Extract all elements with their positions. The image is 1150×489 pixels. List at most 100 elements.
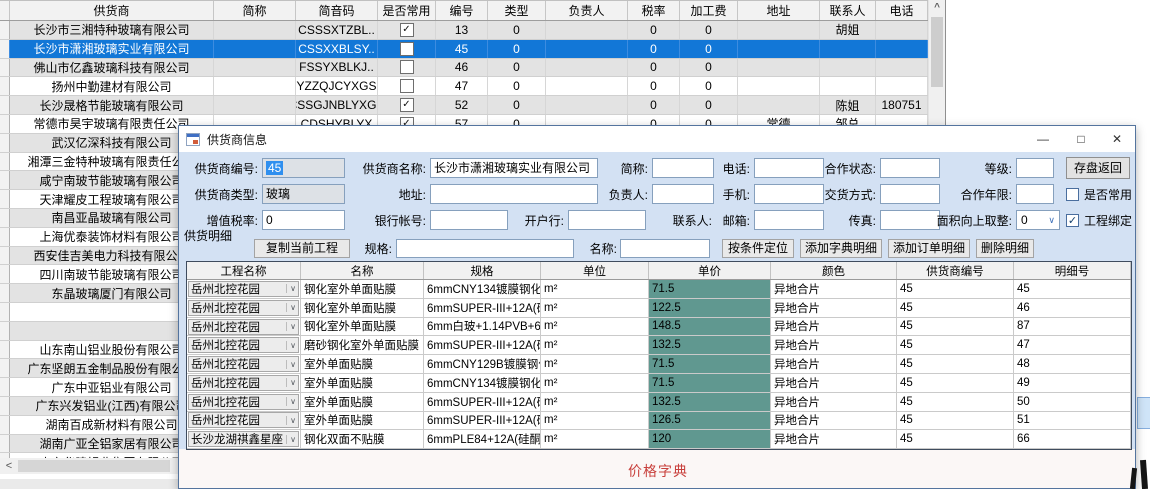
- close-button[interactable]: ✕: [1100, 126, 1134, 152]
- bank-field[interactable]: [568, 210, 646, 230]
- detail-cell-3[interactable]: m²: [541, 280, 649, 298]
- detail-cell-5[interactable]: 异地合片: [771, 430, 897, 448]
- column-header-2[interactable]: 简称: [214, 1, 296, 20]
- detail-cell-3[interactable]: m²: [541, 336, 649, 354]
- unit-price-cell[interactable]: 148.5: [649, 318, 771, 336]
- supplier-row[interactable]: 长沙市三湘特种玻璃有限公司CSSSXTZBL..✓13000胡姐: [0, 21, 945, 40]
- detail-cell-3[interactable]: m²: [541, 318, 649, 336]
- spec-filter-input[interactable]: [396, 239, 574, 258]
- detail-column-header-2[interactable]: 规格: [424, 262, 541, 279]
- address-field[interactable]: [430, 184, 598, 204]
- detail-cell-1[interactable]: 钢化室外单面贴膜: [301, 318, 424, 336]
- chevron-down-icon[interactable]: ∨: [286, 435, 296, 444]
- column-header-11[interactable]: 联系人: [820, 1, 876, 20]
- detail-cell-1[interactable]: 室外单面贴膜: [301, 355, 424, 373]
- detail-cell-6[interactable]: 45: [897, 430, 1014, 448]
- detail-cell-7[interactable]: 51: [1014, 412, 1131, 430]
- detail-cell-3[interactable]: m²: [541, 430, 649, 448]
- detail-cell-1[interactable]: 钢化室外单面贴膜: [301, 299, 424, 317]
- unit-price-cell[interactable]: 120: [649, 430, 771, 448]
- project-name-combobox[interactable]: 岳州北控花园∨: [188, 356, 299, 372]
- project-name-combobox[interactable]: 长沙龙湖祺鑫星座∨: [188, 431, 299, 447]
- checkbox-checked-icon[interactable]: ✓: [1066, 214, 1079, 227]
- vat-rate-field[interactable]: 0: [262, 210, 345, 230]
- unit-price-cell[interactable]: 132.5: [649, 336, 771, 354]
- detail-cell-1[interactable]: 室外单面贴膜: [301, 393, 424, 411]
- detail-cell-3[interactable]: m²: [541, 374, 649, 392]
- detail-cell-3[interactable]: m²: [541, 355, 649, 373]
- supplier-row[interactable]: 扬州中勤建材有限公司YZZQJCYXGS47000: [0, 77, 945, 96]
- chevron-down-icon[interactable]: ∨: [286, 378, 296, 387]
- minimize-button[interactable]: —: [1026, 126, 1060, 152]
- save-return-button[interactable]: 存盘返回: [1066, 157, 1130, 179]
- detail-cell-2[interactable]: 6mmPLE84+12A(硅酮胶...: [424, 430, 541, 448]
- column-header-6[interactable]: 类型: [488, 1, 546, 20]
- detail-cell-1[interactable]: 钢化室外单面贴膜: [301, 280, 424, 298]
- area-round-up-combobox[interactable]: 0 ∨: [1016, 210, 1060, 230]
- detail-cell-6[interactable]: 45: [897, 280, 1014, 298]
- detail-cell-2[interactable]: 6mmSUPER-III+12A(硅...: [424, 412, 541, 430]
- unit-price-cell[interactable]: 71.5: [649, 374, 771, 392]
- detail-row[interactable]: 岳州北控花园∨室外单面贴膜6mmCNY134镀膜钢化m²71.5异地合片4549: [187, 374, 1131, 393]
- detail-cell-7[interactable]: 87: [1014, 318, 1131, 336]
- project-name-combobox[interactable]: 岳州北控花园∨: [188, 394, 299, 410]
- detail-cell-7[interactable]: 45: [1014, 280, 1131, 298]
- detail-cell-2[interactable]: 6mmSUPER-III+12A(硅...: [424, 299, 541, 317]
- common-checkbox[interactable]: [400, 42, 414, 56]
- detail-cell-0[interactable]: 岳州北控花园∨: [187, 374, 301, 392]
- detail-row[interactable]: 长沙龙湖祺鑫星座∨钢化双面不贴膜6mmPLE84+12A(硅酮胶...m²120…: [187, 430, 1131, 449]
- detail-cell-0[interactable]: 长沙龙湖祺鑫星座∨: [187, 430, 301, 448]
- copy-current-project-button[interactable]: 复制当前工程: [254, 239, 350, 258]
- detail-cell-2[interactable]: 6mmCNY134镀膜钢化: [424, 280, 541, 298]
- grade-field[interactable]: [1016, 158, 1054, 178]
- chevron-down-icon[interactable]: ∨: [286, 284, 296, 293]
- vscroll-thumb[interactable]: [931, 17, 943, 87]
- detail-cell-7[interactable]: 47: [1014, 336, 1131, 354]
- detail-cell-5[interactable]: 异地合片: [771, 393, 897, 411]
- column-header-4[interactable]: 是否常用: [378, 1, 436, 20]
- project-name-combobox[interactable]: 岳州北控花园∨: [188, 412, 299, 428]
- column-header-8[interactable]: 税率: [628, 1, 680, 20]
- column-header-1[interactable]: 供货商: [10, 1, 214, 20]
- detail-cell-0[interactable]: 岳州北控花园∨: [187, 355, 301, 373]
- detail-cell-0[interactable]: 岳州北控花园∨: [187, 318, 301, 336]
- common-checkbox[interactable]: ✓: [400, 98, 414, 112]
- detail-cell-6[interactable]: 45: [897, 374, 1014, 392]
- detail-column-header-0[interactable]: 工程名称: [187, 262, 301, 279]
- detail-cell-7[interactable]: 50: [1014, 393, 1131, 411]
- detail-cell-0[interactable]: 岳州北控花园∨: [187, 412, 301, 430]
- project-binding-checkbox[interactable]: ✓ 工程绑定: [1066, 210, 1132, 230]
- detail-cell-1[interactable]: 钢化双面不贴膜: [301, 430, 424, 448]
- detail-cell-1[interactable]: 室外单面贴膜: [301, 412, 424, 430]
- detail-cell-7[interactable]: 46: [1014, 299, 1131, 317]
- detail-cell-2[interactable]: 6mm白玻+1.14PVB+6mm...: [424, 318, 541, 336]
- detail-cell-2[interactable]: 6mmSUPER-III+12A(硅...: [424, 336, 541, 354]
- detail-row[interactable]: 岳州北控花园∨钢化室外单面贴膜6mmSUPER-III+12A(硅...m²12…: [187, 299, 1131, 318]
- detail-cell-1[interactable]: 室外单面贴膜: [301, 374, 424, 392]
- detail-cell-1[interactable]: 磨砂钢化室外单面贴膜: [301, 336, 424, 354]
- column-header-9[interactable]: 加工费: [680, 1, 738, 20]
- detail-cell-5[interactable]: 异地合片: [771, 318, 897, 336]
- column-header-5[interactable]: 编号: [436, 1, 488, 20]
- detail-cell-5[interactable]: 异地合片: [771, 336, 897, 354]
- chevron-down-icon[interactable]: ∨: [286, 322, 296, 331]
- detail-row[interactable]: 岳州北控花园∨钢化室外单面贴膜6mm白玻+1.14PVB+6mm...m²148…: [187, 318, 1131, 337]
- project-name-combobox[interactable]: 岳州北控花园∨: [188, 337, 299, 353]
- common-use-checkbox[interactable]: 是否常用: [1066, 184, 1132, 204]
- detail-column-header-5[interactable]: 颜色: [771, 262, 897, 279]
- detail-cell-5[interactable]: 异地合片: [771, 412, 897, 430]
- abbr-field[interactable]: [652, 158, 714, 178]
- detail-cell-3[interactable]: m²: [541, 412, 649, 430]
- dialog-titlebar[interactable]: 供货商信息: [179, 126, 1135, 152]
- common-checkbox[interactable]: [400, 60, 414, 74]
- project-name-combobox[interactable]: 岳州北控花园∨: [188, 319, 299, 335]
- detail-cell-6[interactable]: 45: [897, 355, 1014, 373]
- unit-price-cell[interactable]: 71.5: [649, 355, 771, 373]
- detail-row[interactable]: 岳州北控花园∨室外单面贴膜6mmSUPER-III+12A(硅...m²132.…: [187, 393, 1131, 412]
- detail-column-header-1[interactable]: 名称: [301, 262, 424, 279]
- owner-field[interactable]: [652, 184, 714, 204]
- checkbox-icon[interactable]: [1066, 188, 1079, 201]
- column-header-12[interactable]: 电话: [876, 1, 928, 20]
- unit-price-cell[interactable]: 71.5: [649, 280, 771, 298]
- detail-cell-0[interactable]: 岳州北控花园∨: [187, 280, 301, 298]
